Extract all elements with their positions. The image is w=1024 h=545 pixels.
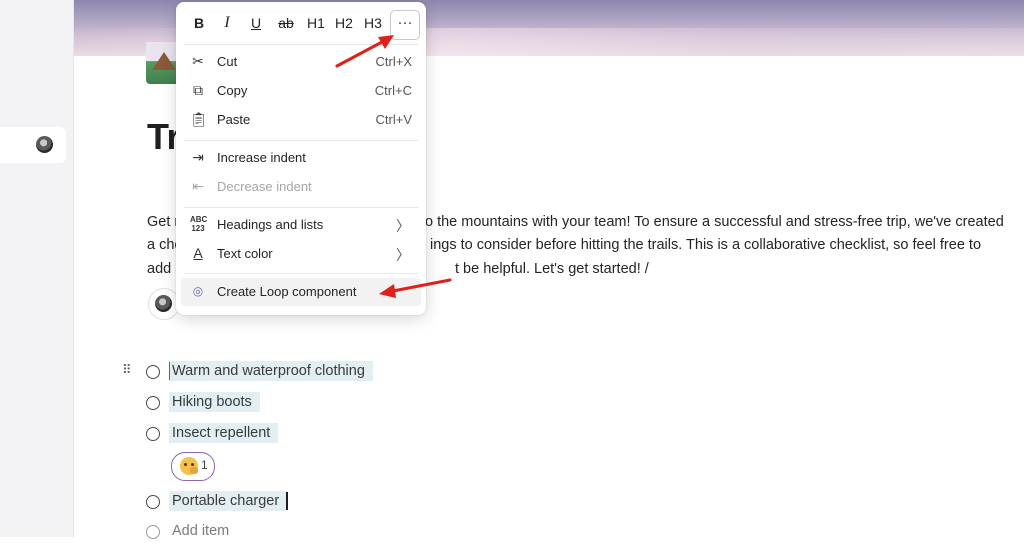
avatar (155, 295, 172, 312)
avatar (36, 136, 53, 153)
text-cursor (169, 362, 170, 380)
underline-button[interactable]: U (247, 10, 265, 36)
menu-divider (184, 140, 418, 141)
body-text-line-3a[interactable]: add (147, 259, 171, 279)
menu-divider (184, 207, 418, 208)
menu-divider (184, 44, 418, 45)
menu-item-copy[interactable]: ⧉ Copy Ctrl+C (176, 77, 426, 105)
checkbox[interactable] (146, 396, 160, 410)
reaction-badge[interactable]: 1 (171, 452, 215, 481)
format-toolbar: B I U ab H1 H2 H3 ··· (176, 2, 426, 44)
chevron-right-icon: 〉 (396, 218, 410, 234)
heading3-button[interactable]: H3 (362, 10, 384, 36)
menu-item-label: Increase indent (217, 150, 306, 165)
copy-icon: ⧉ (193, 82, 203, 98)
heading2-button[interactable]: H2 (333, 10, 355, 36)
checklist-item-label[interactable]: Portable charger (169, 491, 288, 511)
add-item-label[interactable]: Add item (169, 521, 237, 541)
heading1-button[interactable]: H1 (305, 10, 327, 36)
body-text-line-3b[interactable]: t be helpful. Let's get started! / (455, 259, 649, 279)
text-cursor (286, 492, 288, 510)
clipboard-icon: 📋︎ (190, 111, 208, 127)
menu-item-label: Text color (217, 246, 273, 261)
menu-item-headings-and-lists[interactable]: ABC 123 Headings and lists 〉 (176, 211, 426, 239)
body-text-line-2b[interactable]: ings to consider before hitting the trai… (430, 235, 981, 255)
checklist-item-label[interactable]: Warm and waterproof clothing (169, 361, 373, 381)
checkbox[interactable] (146, 495, 160, 509)
menu-item-decrease-indent[interactable]: ⇤ Decrease indent (176, 173, 426, 201)
checklist-item-label[interactable]: Insect repellent (169, 423, 279, 443)
reaction-count: 1 (201, 458, 208, 472)
menu-item-label: Decrease indent (217, 179, 312, 194)
body-text-line-1a[interactable]: Get r (147, 212, 179, 232)
menu-divider (184, 273, 418, 274)
left-pane (0, 0, 74, 537)
increase-indent-icon: ⇥ (192, 149, 204, 165)
menu-item-label: Create Loop component (217, 284, 357, 299)
menu-item-text-color[interactable]: A Text color 〉 (176, 240, 426, 268)
loop-icon: ◎ (192, 284, 204, 298)
checkbox[interactable] (146, 365, 160, 379)
headings-list-icon: ABC 123 (190, 215, 208, 233)
shortcut-label: Ctrl+V (375, 112, 412, 127)
menu-item-create-loop-component[interactable]: ◎ Create Loop component (181, 278, 421, 306)
menu-item-paste[interactable]: 📋︎ Paste Ctrl+V (176, 106, 426, 134)
menu-item-increase-indent[interactable]: ⇥ Increase indent (176, 144, 426, 172)
body-text-line-1b[interactable]: o the mountains with your team! To ensur… (425, 212, 1004, 232)
menu-item-label: Copy (217, 83, 248, 98)
context-menu: B I U ab H1 H2 H3 ··· ✂ Cut Ctrl+X ⧉ Cop… (176, 2, 426, 315)
page-icon[interactable] (146, 42, 180, 84)
italic-button[interactable]: I (218, 10, 236, 36)
shortcut-label: Ctrl+X (375, 54, 412, 69)
more-options-button[interactable]: ··· (390, 10, 420, 40)
shortcut-label: Ctrl+C (374, 83, 412, 98)
bold-button[interactable]: B (190, 10, 208, 36)
menu-item-cut[interactable]: ✂ Cut Ctrl+X (176, 48, 426, 76)
checkbox[interactable] (146, 427, 160, 441)
checklist-item: Portable charger (146, 491, 306, 515)
checklist-item: Insect repellent (146, 423, 296, 447)
menu-item-label: Headings and lists (217, 217, 324, 232)
thinking-emoji-icon (180, 457, 198, 475)
checklist-item-label[interactable]: Hiking boots (169, 392, 260, 412)
checklist-item: Warm and waterproof clothing (146, 361, 386, 385)
chevron-right-icon: 〉 (396, 247, 410, 263)
nav-page-card[interactable] (0, 127, 66, 163)
strikethrough-button[interactable]: ab (276, 10, 296, 36)
drag-handle-icon[interactable]: ⠿ (122, 362, 131, 378)
checklist-item: Hiking boots (146, 392, 286, 416)
menu-item-label: Paste (217, 112, 251, 127)
text-color-icon: A (193, 245, 203, 261)
menu-item-label: Cut (217, 54, 238, 69)
scissors-icon: ✂ (192, 53, 204, 69)
decrease-indent-icon: ⇤ (192, 178, 204, 194)
add-item-row[interactable]: Add item (146, 521, 266, 545)
